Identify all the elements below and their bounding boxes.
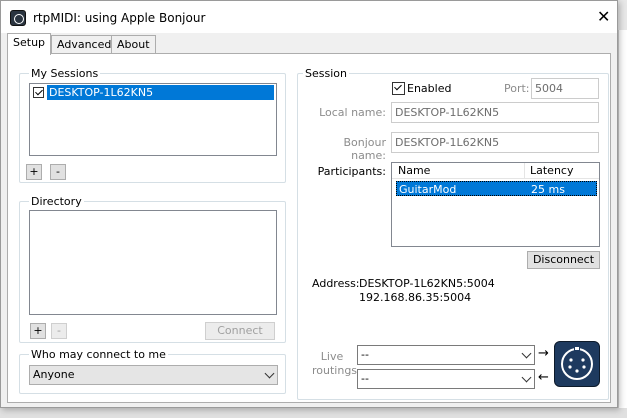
rtpmidi-window: rtpMIDI: using Apple Bonjour ✕ Setup Adv… [0, 0, 618, 408]
participants-label: Participants: [317, 165, 386, 178]
port-field[interactable]: 5004 [531, 78, 599, 99]
enabled-checkbox[interactable] [392, 82, 405, 95]
connect-button[interactable]: Connect [205, 322, 275, 340]
address-line-1: DESKTOP-1L62KN5:5004 [359, 277, 495, 290]
tab-advanced[interactable]: Advanced [51, 35, 118, 54]
enabled-label: Enabled [407, 82, 452, 95]
tab-setup[interactable]: Setup [7, 33, 52, 55]
port-label: Port: [504, 82, 530, 95]
sessions-list[interactable]: DESKTOP-1L62KN5 [29, 83, 277, 156]
route-in-dropdown[interactable]: -- [357, 345, 535, 365]
directory-label: Directory [29, 195, 84, 208]
column-header-name[interactable]: Name [398, 164, 430, 177]
directory-list[interactable] [29, 210, 277, 315]
background-taskbar-strip [0, 408, 627, 418]
tab-about[interactable]: About [111, 35, 156, 54]
close-icon[interactable]: ✕ [597, 9, 610, 25]
bonjour-name-label: Bonjour name: [343, 136, 386, 162]
address-line-2: 192.168.86.35:5004 [359, 291, 472, 304]
route-out-value: -- [361, 372, 369, 385]
remove-directory-button[interactable]: - [51, 323, 67, 339]
window-title: rtpMIDI: using Apple Bonjour [33, 11, 206, 25]
column-divider [524, 163, 525, 178]
add-session-button[interactable]: + [26, 164, 42, 180]
bonjour-name-field[interactable]: DESKTOP-1L62KN5 [391, 132, 599, 153]
who-may-connect-dropdown[interactable]: Anyone [29, 365, 278, 385]
local-name-field[interactable]: DESKTOP-1L62KN5 [391, 102, 599, 123]
setup-panel: My Sessions DESKTOP-1L62KN5 + - Director… [7, 53, 611, 403]
arrow-right-icon: → [538, 346, 549, 361]
live-routings-label: Live routings [312, 350, 358, 377]
my-sessions-label: My Sessions [29, 67, 101, 80]
title-bar: rtpMIDI: using Apple Bonjour ✕ [1, 1, 617, 33]
rtpmidi-app-icon [10, 10, 26, 26]
session-enabled-checkbox[interactable] [33, 87, 44, 98]
participant-name: GuitarMod [399, 183, 457, 196]
table-row[interactable]: GuitarMod 25 ms [396, 181, 597, 196]
chevron-down-icon [521, 348, 532, 359]
add-directory-button[interactable]: + [30, 323, 46, 339]
address-label: Address: [312, 277, 360, 290]
who-may-connect-value: Anyone [33, 368, 75, 381]
participant-latency: 25 ms [531, 183, 565, 196]
participants-list[interactable]: Name Latency GuitarMod 25 ms [391, 162, 600, 247]
session-label: Session [303, 67, 349, 80]
midi-connector-icon[interactable] [554, 341, 600, 387]
participants-header: Name Latency [392, 163, 599, 179]
local-name-label: Local name: [319, 106, 386, 119]
remove-session-button[interactable]: - [50, 164, 66, 180]
disconnect-button[interactable]: Disconnect [527, 251, 600, 269]
session-name: DESKTOP-1L62KN5 [49, 86, 154, 99]
list-item[interactable]: DESKTOP-1L62KN5 [47, 85, 274, 100]
route-in-value: -- [361, 348, 369, 361]
route-out-dropdown[interactable]: -- [357, 369, 535, 389]
chevron-down-icon [521, 372, 532, 383]
midi-connector-glyph [561, 347, 593, 380]
background-window-edge [618, 30, 627, 418]
who-may-connect-label: Who may connect to me [29, 348, 168, 361]
column-header-latency[interactable]: Latency [530, 164, 573, 177]
arrow-left-icon: ← [538, 370, 549, 385]
chevron-down-icon [264, 368, 275, 379]
